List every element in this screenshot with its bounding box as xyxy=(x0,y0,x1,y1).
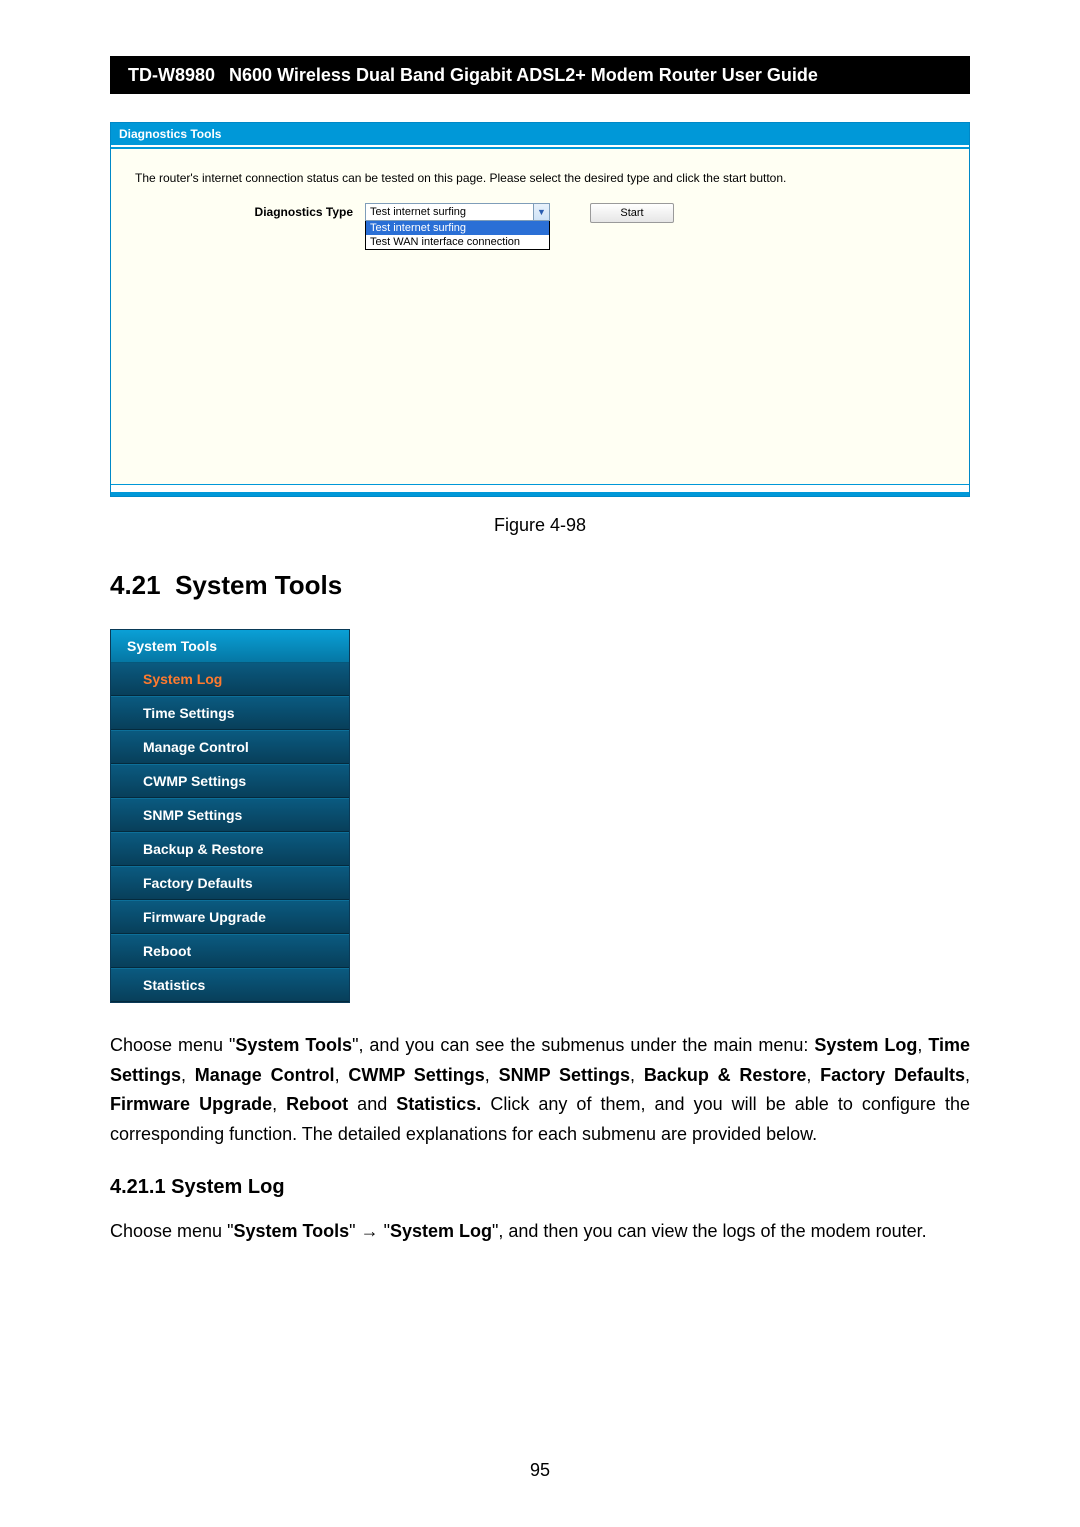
figure-caption: Figure 4-98 xyxy=(110,515,970,536)
text-bold: SNMP Settings xyxy=(499,1065,630,1085)
doc-subtitle: N600 Wireless Dual Band Gigabit ADSL2+ M… xyxy=(229,65,836,86)
subsection-number: 4.21.1 xyxy=(110,1176,166,1198)
dropdown-option[interactable]: Test WAN interface connection xyxy=(366,235,549,249)
menu-item[interactable]: Backup & Restore xyxy=(111,832,349,866)
text-bold: System Tools xyxy=(233,1221,349,1241)
text: , xyxy=(917,1035,928,1055)
text: , xyxy=(181,1065,195,1085)
diagnostics-panel: Diagnostics Tools The router's internet … xyxy=(110,122,970,497)
panel-title: Diagnostics Tools xyxy=(111,123,969,145)
text: and xyxy=(348,1094,396,1114)
start-button[interactable]: Start xyxy=(590,203,674,223)
menu-item[interactable]: Firmware Upgrade xyxy=(111,900,349,934)
system-tools-menu: System Tools System LogTime SettingsMana… xyxy=(110,629,350,1003)
subsection-heading: 4.21.1 System Log xyxy=(110,1176,970,1199)
menu-item[interactable]: Time Settings xyxy=(111,696,349,730)
page-number: 95 xyxy=(0,1460,1080,1481)
dropdown-selected-box[interactable]: Test internet surfing ▼ xyxy=(365,203,550,221)
text: , xyxy=(806,1065,820,1085)
text-bold: System Log xyxy=(390,1221,492,1241)
menu-item[interactable]: Reboot xyxy=(111,934,349,968)
menu-item[interactable]: SNMP Settings xyxy=(111,798,349,832)
text: , xyxy=(272,1094,286,1114)
section-heading: 4.21 System Tools xyxy=(110,570,970,601)
chevron-down-icon[interactable]: ▼ xyxy=(533,204,549,220)
menu-item[interactable]: System Log xyxy=(111,663,349,696)
arrow-icon: " → " xyxy=(349,1221,390,1241)
dropdown-selected-value: Test internet surfing xyxy=(366,206,533,218)
dropdown-option[interactable]: Test internet surfing xyxy=(366,221,549,235)
text-bold: System Tools xyxy=(235,1035,352,1055)
text-bold: System Log xyxy=(814,1035,917,1055)
dropdown-list[interactable]: Test internet surfing Test WAN interface… xyxy=(365,221,550,250)
menu-header[interactable]: System Tools xyxy=(111,630,349,663)
text: , xyxy=(630,1065,644,1085)
menu-item[interactable]: Manage Control xyxy=(111,730,349,764)
paragraph: Choose menu "System Tools", and you can … xyxy=(110,1031,970,1150)
subsection-title: System Log xyxy=(171,1176,284,1198)
diagnostics-type-label: Diagnostics Type xyxy=(135,203,365,219)
text-bold: Reboot xyxy=(286,1094,348,1114)
diagnostics-type-dropdown[interactable]: Test internet surfing ▼ Test internet su… xyxy=(365,203,550,250)
text: ", and you can see the submenus under th… xyxy=(352,1035,814,1055)
diagnostics-row: Diagnostics Type Test internet surfing ▼… xyxy=(135,203,945,250)
text-bold: Firmware Upgrade xyxy=(110,1094,272,1114)
menu-item[interactable]: CWMP Settings xyxy=(111,764,349,798)
text-bold: Statistics. xyxy=(396,1094,481,1114)
text: Choose menu " xyxy=(110,1221,233,1241)
text: , xyxy=(485,1065,499,1085)
model-name: TD-W8980 xyxy=(110,65,229,86)
text-bold: Factory Defaults xyxy=(820,1065,965,1085)
section-number: 4.21 xyxy=(110,570,161,600)
text-bold: CWMP Settings xyxy=(348,1065,484,1085)
text: , xyxy=(965,1065,970,1085)
text: Choose menu " xyxy=(110,1035,235,1055)
text: , xyxy=(335,1065,349,1085)
doc-header: TD-W8980 N600 Wireless Dual Band Gigabit… xyxy=(110,56,970,94)
divider xyxy=(111,492,969,496)
panel-body: The router's internet connection status … xyxy=(111,149,969,484)
text-bold: Manage Control xyxy=(195,1065,335,1085)
paragraph: Choose menu "System Tools" → "System Log… xyxy=(110,1217,970,1247)
text: ", and then you can view the logs of the… xyxy=(492,1221,927,1241)
figure-4-98: Diagnostics Tools The router's internet … xyxy=(110,122,970,536)
section-title: System Tools xyxy=(175,570,342,600)
divider xyxy=(111,484,969,492)
text-bold: Backup & Restore xyxy=(644,1065,807,1085)
panel-desc: The router's internet connection status … xyxy=(135,171,945,185)
menu-item[interactable]: Factory Defaults xyxy=(111,866,349,900)
menu-item[interactable]: Statistics xyxy=(111,968,349,1002)
